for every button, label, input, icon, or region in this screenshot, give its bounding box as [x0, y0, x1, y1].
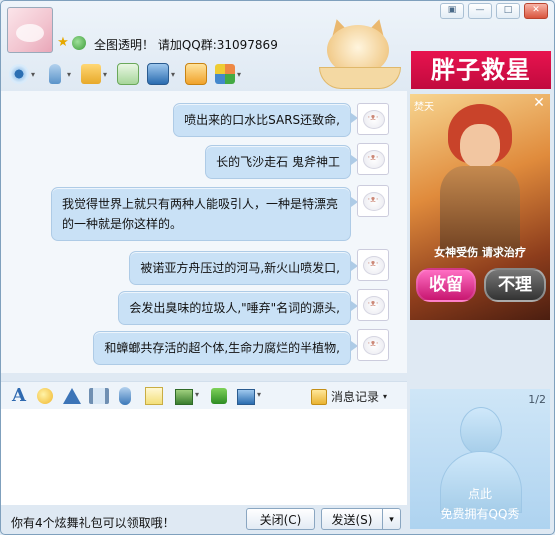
message-bubble: 长的飞沙走石 鬼斧神工	[205, 145, 351, 179]
chevron-down-icon[interactable]: ▾	[169, 70, 177, 79]
camera-icon	[9, 64, 29, 84]
close-window-button[interactable]: ✕	[524, 3, 548, 19]
chevron-down-icon[interactable]: ▾	[29, 70, 37, 79]
game-ad-panel[interactable]: 焚天 ✕ 女神受伤 请求治疗 收留 不理	[410, 94, 550, 320]
voice-message-icon[interactable]	[119, 387, 131, 405]
cat-mascot-image	[319, 15, 401, 89]
message-item: 喷出来的口水比SARS还致命,	[173, 103, 351, 137]
shake-icon[interactable]	[63, 388, 81, 404]
message-bubble: 和蟑螂共存活的超个体,生命力腐烂的半植物,	[93, 331, 351, 365]
chat-window: ★ 全图透明！ 请加QQ群:31097869 ▣ — □ ✕ 胖子救星 ▾ ▾ …	[0, 0, 555, 535]
message-bubble: 被诺亚方舟压过的河马,新火山喷发口,	[129, 251, 351, 285]
send-options-button[interactable]: ▾	[382, 508, 401, 530]
chevron-down-icon[interactable]: ▾	[101, 70, 109, 79]
magic-expression-icon[interactable]	[89, 388, 109, 404]
format-toolbar: A ▾ ▾ 消息记录 ▾	[1, 381, 407, 410]
ad-character-face	[460, 124, 500, 168]
message-bubble: 我觉得世界上就只有两种人能吸引人，一种是特漂亮的一种就是你这样的。	[51, 187, 351, 241]
video-call-button[interactable]: ▾	[7, 62, 39, 86]
ad-slogan: 女神受伤 请求治疗	[434, 246, 526, 259]
send-image-icon[interactable]	[175, 389, 193, 405]
qzone-icon[interactable]	[72, 36, 86, 50]
message-item: 被诺亚方舟压过的河马,新火山喷发口,	[129, 251, 351, 285]
sender-avatar[interactable]	[357, 289, 389, 321]
message-bubble: 喷出来的口水比SARS还致命,	[173, 103, 351, 137]
status-icons: ★	[56, 36, 86, 50]
monitor-icon	[147, 63, 169, 85]
message-history[interactable]: 喷出来的口水比SARS还致命, 长的飞沙走石 鬼斧神工 我觉得世界上就只有两种人…	[1, 91, 407, 373]
message-item: 和蟑螂共存活的超个体,生命力腐烂的半植物,	[93, 331, 351, 365]
history-icon	[311, 388, 327, 405]
microphone-icon	[49, 64, 61, 84]
message-item: 会发出臭味的垃圾人,"唾弃"名词的源头,	[118, 291, 351, 325]
show-prompt-line2: 免费拥有QQ秀	[440, 507, 520, 521]
ad-brand-label: 焚天	[414, 102, 434, 113]
qq-show-panel[interactable]: 1/2 点此 免费拥有QQ秀	[410, 389, 550, 529]
message-item: 我觉得世界上就只有两种人能吸引人，一种是特漂亮的一种就是你这样的。	[51, 187, 351, 241]
sender-avatar[interactable]	[357, 143, 389, 175]
chevron-down-icon[interactable]: ▾	[195, 390, 199, 399]
font-icon[interactable]: A	[9, 386, 29, 406]
ad-character-body	[440, 166, 520, 256]
send-button[interactable]: 发送(S)	[321, 508, 383, 530]
message-history-button[interactable]: 消息记录 ▾	[311, 388, 387, 405]
top-ad-banner[interactable]: 胖子救星	[411, 51, 551, 89]
skin-button[interactable]: ▣	[440, 3, 464, 19]
screenshot-icon[interactable]	[237, 389, 255, 405]
close-icon[interactable]: ✕	[532, 96, 546, 110]
share-screen-icon	[185, 63, 207, 85]
sender-avatar[interactable]	[357, 103, 389, 135]
create-group-button[interactable]	[115, 62, 141, 86]
maximize-button[interactable]: □	[496, 3, 520, 19]
handwriting-icon[interactable]	[145, 387, 163, 405]
chevron-down-icon: ▾	[383, 392, 388, 401]
gift-notice[interactable]: 你有4个炫舞礼包可以领取哦！	[11, 514, 175, 531]
page-indicator: 1/2	[528, 393, 546, 406]
emoji-icon[interactable]	[37, 388, 53, 404]
chevron-down-icon[interactable]: ▾	[257, 390, 261, 399]
crown-icon[interactable]: ★	[56, 36, 70, 50]
apps-button[interactable]: ▾	[213, 62, 245, 86]
message-item: 长的飞沙走石 鬼斧神工	[205, 145, 351, 179]
add-chat-icon	[117, 63, 139, 85]
ad-ignore-button[interactable]: 不理	[484, 268, 546, 302]
history-label: 消息记录	[331, 390, 380, 404]
music-icon[interactable]	[211, 388, 227, 404]
window-controls: ▣ — □ ✕	[440, 3, 548, 19]
avatar-silhouette-body	[440, 451, 522, 513]
apps-grid-icon	[215, 64, 235, 84]
minimize-button[interactable]: —	[468, 3, 492, 19]
sender-avatar[interactable]	[357, 249, 389, 281]
sender-avatar[interactable]	[357, 185, 389, 217]
chevron-down-icon[interactable]: ▾	[65, 70, 73, 79]
avatar-silhouette-head	[460, 407, 502, 455]
sender-avatar[interactable]	[357, 329, 389, 361]
main-toolbar: ▾ ▾ ▾ ▾ ▾	[7, 61, 245, 87]
message-input[interactable]	[1, 409, 407, 505]
message-bubble: 会发出臭味的垃圾人,"唾弃"名词的源头,	[118, 291, 351, 325]
contact-signature: 全图透明！ 请加QQ群:31097869	[94, 38, 278, 52]
folder-icon	[81, 64, 101, 84]
show-prompt-line1: 点此	[467, 487, 492, 501]
ad-keep-button[interactable]: 收留	[416, 268, 476, 302]
send-file-button[interactable]: ▾	[79, 62, 111, 86]
remote-desktop-button[interactable]: ▾	[145, 62, 179, 86]
close-button[interactable]: 关闭(C)	[246, 508, 315, 530]
chevron-down-icon[interactable]: ▾	[235, 70, 243, 79]
voice-call-button[interactable]: ▾	[43, 62, 75, 86]
share-screen-button[interactable]	[183, 62, 209, 86]
contact-avatar[interactable]	[7, 7, 53, 53]
